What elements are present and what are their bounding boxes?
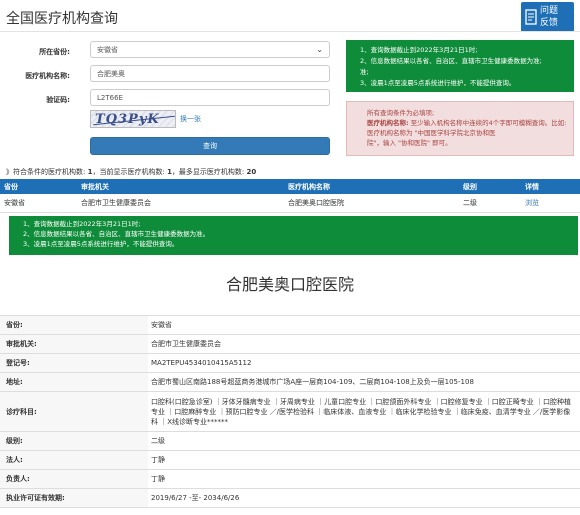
detail-label: 法人:	[0, 451, 148, 469]
captcha-image-text: TQ3PyK	[95, 112, 160, 127]
cell-province: 安徽省	[4, 199, 25, 207]
notice-data-info: 1、查询数据截止到2022年3月21日1时; 2、信息数据结果以各省、自治区、直…	[346, 40, 574, 92]
table-row: 安徽省 合肥市卫生健康委员会 合肥美奥口腔医院 二级 浏览	[0, 194, 580, 213]
col-province: 省份	[4, 182, 18, 191]
notice-line-2: 2、信息数据结果以各省、自治区、直辖市卫生健康委数据为准;	[360, 57, 542, 65]
notice-bottom-line-1: 1、查询数据截止到2022年3月21日1时;	[23, 220, 141, 228]
detail-row: 执业许可证有效期: 2019/6/27 -至- 2034/6/26	[0, 489, 580, 508]
col-org-name: 医疗机构名称	[288, 182, 330, 191]
summary-prefix: 》符合条件的医疗机构数:	[6, 168, 86, 176]
detail-value: 2019/6/27 -至- 2034/6/26	[151, 494, 240, 502]
notice-bottom-line-3: 3、凌晨1点至凌晨5点系统进行维护，不能提供查询。	[23, 240, 179, 248]
detail-value: 合肥市蜀山区南路188号超蓝商务港城市广场A座一层商104-109、二层商104…	[151, 378, 474, 386]
captcha-label: 验证码:	[46, 96, 70, 104]
detail-label: 省份:	[0, 316, 148, 334]
cell-org-name: 合肥美奥口腔医院	[288, 199, 344, 207]
detail-row: 级别: 二级	[0, 432, 580, 451]
detail-value: 合肥市卫生健康委员会	[151, 340, 221, 348]
cell-authority: 合肥市卫生健康委员会	[81, 199, 151, 207]
org-name-input-value: 合肥美奥	[97, 69, 125, 78]
captcha-image[interactable]: TQ3PyK	[90, 110, 176, 128]
title-divider	[0, 31, 580, 32]
detail-label: 登记号:	[0, 354, 148, 372]
results-table-header: 省份 审批机关 医疗机构名称 级别 详情	[0, 179, 580, 194]
required-line-2-label: 医疗机构名称:	[367, 119, 409, 127]
detail-row: 法人: 丁静	[0, 451, 580, 470]
detail-title: 合肥美奥口腔医院	[225, 275, 354, 294]
detail-value: 安徽省	[151, 321, 172, 329]
edit-document-icon	[524, 7, 538, 27]
notice-required-fields: 所有查询条件为必填项; 医疗机构名称: 至少输入机构名称中连续的4个字即可模糊查…	[346, 101, 574, 156]
notice-bottom-line-2: 2、信息数据结果以各省、自治区、直辖市卫生健康委数据为准。	[23, 230, 210, 238]
detail-row: 省份: 安徽省	[0, 316, 580, 335]
detail-label: 审批机关:	[0, 335, 148, 353]
required-line-2: 医疗机构名称: 至少输入机构名称中连续的4个字即可模糊查询。比如: 医疗机构名称…	[367, 118, 567, 138]
feedback-button[interactable]: 问题 反馈	[521, 2, 574, 32]
chevron-down-icon: ⌄	[316, 45, 323, 54]
required-line-1: 所有查询条件为必填项;	[367, 109, 435, 117]
detail-label: 级别:	[0, 432, 148, 450]
required-line-3: 院"，输入 "协和医院" 即可。	[367, 139, 452, 147]
summary-max: 20	[246, 168, 257, 176]
feedback-label-line1: 问题	[540, 6, 559, 16]
detail-label: 诊疗科目:	[0, 392, 148, 431]
summary-current-label: ，当前显示医疗机构数:	[92, 168, 165, 176]
col-level: 级别	[463, 182, 477, 191]
detail-value: 丁静	[151, 456, 165, 464]
detail-label: 执业许可证有效期:	[0, 489, 148, 507]
captcha-input-value: L2T66E	[97, 93, 123, 102]
province-select-value: 安徽省	[97, 45, 118, 54]
search-button[interactable]: 查询	[90, 137, 330, 155]
detail-value: 丁静	[151, 475, 165, 483]
notice-data-info-bottom: 1、查询数据截止到2022年3月21日1时; 2、信息数据结果以各省、自治区、直…	[9, 216, 578, 255]
view-detail-link[interactable]: 浏览	[525, 198, 580, 208]
col-detail: 详情	[525, 182, 539, 191]
detail-value: MA2TEPU4534010415A5112	[151, 359, 252, 367]
results-table: 省份 审批机关 医疗机构名称 级别 详情 安徽省 合肥市卫生健康委员会 合肥美奥…	[0, 179, 580, 213]
detail-value: 口腔科(口腔急诊室) ｜牙体牙髓病专业 ｜牙周病专业 ｜儿童口腔专业 ｜口腔颌面…	[151, 397, 572, 426]
detail-row: 审批机关: 合肥市卫生健康委员会	[0, 335, 580, 354]
detail-row: 诊疗科目: 口腔科(口腔急诊室) ｜牙体牙髓病专业 ｜牙周病专业 ｜儿童口腔专业…	[0, 392, 580, 432]
province-label: 所在省份:	[39, 48, 70, 56]
results-summary: 》符合条件的医疗机构数: 1，当前显示医疗机构数: 1，最多显示医疗机构数: 2…	[6, 167, 256, 177]
org-name-input[interactable]: 合肥美奥	[90, 65, 330, 82]
org-name-label: 医疗机构名称:	[25, 72, 70, 80]
detail-label: 负责人:	[0, 470, 148, 488]
page-title: 全国医疗机构查询	[6, 11, 118, 27]
captcha-input[interactable]: L2T66E	[90, 89, 330, 106]
captcha-refresh-link[interactable]: 换一张	[180, 114, 201, 124]
feedback-label-line2: 反馈	[540, 18, 559, 28]
notice-line-2-cont: 准;	[360, 68, 369, 76]
detail-row: 登记号: MA2TEPU4534010415A5112	[0, 354, 580, 373]
notice-line-3: 3、凌晨1点至凌晨5点系统进行维护，不能提供查询。	[360, 79, 516, 87]
detail-row: 负责人: 丁静	[0, 470, 580, 489]
province-select[interactable]: 安徽省 ⌄	[90, 41, 330, 58]
notice-line-1: 1、查询数据截止到2022年3月21日1时;	[360, 46, 478, 54]
col-authority: 审批机关	[81, 182, 109, 191]
detail-table: 省份: 安徽省 审批机关: 合肥市卫生健康委员会 登记号: MA2TEPU453…	[0, 315, 580, 508]
summary-max-label: ，最多显示医疗机构数:	[171, 168, 245, 176]
detail-value: 二级	[151, 437, 165, 445]
cell-level: 二级	[463, 199, 477, 207]
detail-row: 地址: 合肥市蜀山区南路188号超蓝商务港城市广场A座一层商104-109、二层…	[0, 373, 580, 392]
detail-label: 地址:	[0, 373, 148, 391]
